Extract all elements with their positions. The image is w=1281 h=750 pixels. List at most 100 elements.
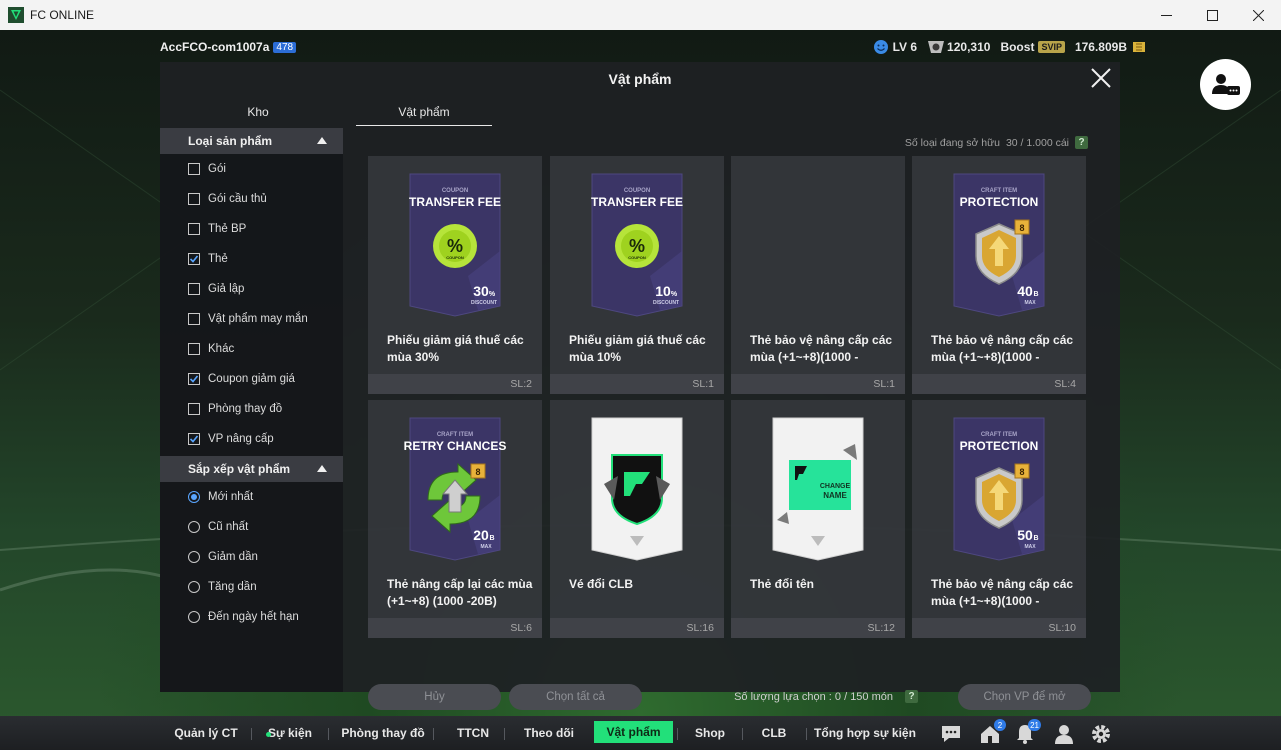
filter-option[interactable]: Phòng thay đồ (160, 394, 343, 424)
svg-text:%: % (447, 236, 463, 256)
checkbox-icon[interactable] (188, 283, 200, 295)
item-quantity: SL:1 (692, 378, 714, 390)
filter-option-label: Phòng thay đồ (208, 403, 283, 415)
filter-option-label: Gói cầu thủ (208, 193, 267, 205)
sort-option[interactable]: Tăng dần (160, 572, 343, 602)
checkbox-icon[interactable] (188, 343, 200, 355)
profile-icon[interactable] (1053, 723, 1075, 745)
item-art: CRAFT ITEM PROTECTION 8 50 B MAX (912, 400, 1086, 570)
nav-item[interactable]: Theo dõi (508, 716, 590, 750)
boost-display[interactable]: Boost SVIP (1000, 40, 1065, 54)
checkbox-icon[interactable] (188, 193, 200, 205)
chat-icon[interactable] (940, 723, 962, 745)
sort-option[interactable]: Giảm dần (160, 542, 343, 572)
sort-option-label: Cũ nhất (208, 521, 249, 533)
sort-option[interactable]: Mới nhất (160, 482, 343, 512)
filter-option[interactable]: VP nâng cấp (160, 424, 343, 454)
svg-text:%: % (629, 236, 645, 256)
tab-kho[interactable]: Kho (160, 102, 356, 126)
nav-item[interactable]: Sự kiện (256, 716, 324, 750)
sort-option-label: Đến ngày hết hạn (208, 611, 299, 623)
support-chat-icon[interactable] (1200, 59, 1251, 110)
art-text: TRANSFER FEE (591, 195, 683, 209)
nav-item[interactable]: Tổng hợp sự kiện (810, 716, 920, 750)
select-all-button[interactable]: Chọn tất cả (509, 684, 642, 710)
radio-icon[interactable] (188, 521, 200, 533)
close-icon[interactable] (1235, 0, 1281, 30)
modal-close-icon[interactable] (1090, 67, 1114, 91)
filter-option[interactable]: Thẻ (160, 244, 343, 274)
minimize-icon[interactable] (1143, 0, 1189, 30)
art-text: COUPON (442, 188, 468, 194)
checkbox-checked-icon[interactable] (188, 253, 200, 265)
nav-item[interactable]: Vật phẩm (594, 721, 673, 743)
radio-icon[interactable] (188, 491, 200, 503)
filter-sidebar: Loại sản phẩm Gói Gói cầu thủ Thẻ BP Thẻ Giả… (160, 128, 343, 692)
filter-option[interactable]: Giả lập (160, 274, 343, 304)
nav-separator (328, 728, 329, 740)
radio-icon[interactable] (188, 581, 200, 593)
account-level-badge: 478 (273, 41, 297, 53)
maximize-icon[interactable] (1189, 0, 1235, 30)
sort-option[interactable]: Cũ nhất (160, 512, 343, 542)
cancel-button[interactable]: Hủy (368, 684, 501, 710)
product-type-header-label: Loại sản phẩm (188, 134, 273, 148)
filter-option[interactable]: Khác (160, 334, 343, 364)
help-icon[interactable]: ? (1075, 136, 1088, 149)
sort-header[interactable]: Sắp xếp vật phẩm (160, 456, 343, 482)
filter-option[interactable]: Gói (160, 154, 343, 184)
item-card[interactable]: COUPON TRANSFER FEE% COUPON 10% DISCOUNT Phiế… (550, 156, 724, 394)
item-card[interactable]: COUPON TRANSFER FEE% COUPON 30% DISCOUNT Phiế… (368, 156, 542, 394)
filter-option[interactable]: Thẻ BP (160, 214, 343, 244)
filter-option[interactable]: Gói cầu thủ (160, 184, 343, 214)
art-text: COUPON (624, 188, 650, 194)
collapse-arrow-icon (317, 137, 327, 144)
checkbox-icon[interactable] (188, 223, 200, 235)
item-art: CRAFT ITEM PROTECTION 8 40 B MAX (912, 156, 1086, 326)
nav-item[interactable]: CLB (746, 716, 802, 750)
filter-option-label: Thẻ (208, 253, 228, 265)
nav-item[interactable]: Quản lý CT (165, 716, 247, 750)
account-name: AccFCO-com1007a (160, 40, 270, 54)
checkbox-checked-icon[interactable] (188, 433, 200, 445)
home-icon[interactable]: 2 (979, 719, 1006, 745)
item-card[interactable]: CRAFT ITEM RETRY CHANCES 8 20 B MAX Thẻ nâng c… (368, 400, 542, 638)
settings-icon[interactable] (1090, 723, 1112, 745)
checkbox-icon[interactable] (188, 163, 200, 175)
account-info[interactable]: AccFCO-com1007a 478 (160, 40, 297, 54)
item-card[interactable]: Vé đổi CLB SL:16 (550, 400, 724, 638)
nav-separator (677, 728, 678, 740)
nav-item[interactable]: Shop (682, 716, 738, 750)
tab-vat-pham[interactable]: Vật phẩm (356, 102, 492, 126)
art-text: CRAFT ITEM (981, 188, 1017, 194)
bottom-nav: 2 21 Quản lý CT Sự kiện Phòng thay đồ TTCN T… (0, 716, 1281, 750)
radio-icon[interactable] (188, 551, 200, 563)
sort-option[interactable]: Đến ngày hết hạn (160, 602, 343, 632)
bell-icon[interactable]: 21 (1014, 719, 1041, 745)
item-card[interactable]: CRAFT ITEM PROTECTION 8 40 B MAX Thẻ bảo vệ nâ… (912, 156, 1086, 394)
help-icon[interactable]: ? (905, 690, 918, 703)
coin-display: 120,310 (927, 39, 990, 55)
checkbox-checked-icon[interactable] (188, 373, 200, 385)
level-display: LV 6 (873, 39, 917, 55)
modal-title: Vật phẩm (608, 71, 672, 87)
open-items-button[interactable]: Chọn VP để mở (958, 684, 1091, 710)
nav-item[interactable]: TTCN (446, 716, 500, 750)
filter-option[interactable]: Vật phẩm may mắn (160, 304, 343, 334)
art-text: DISCOUNT (471, 300, 497, 306)
radio-icon[interactable] (188, 611, 200, 623)
item-art (731, 156, 905, 326)
new-indicator-dot (265, 732, 271, 737)
bell-badge: 21 (1028, 719, 1041, 731)
item-card[interactable]: CHANGE NAME Thẻ đổi tên SL:12 (731, 400, 905, 638)
nav-item[interactable]: Phòng thay đồ (337, 716, 429, 750)
nav-item-label: CLB (761, 726, 787, 740)
item-quantity: SL:1 (873, 378, 895, 390)
sort-option-label: Mới nhất (208, 491, 254, 503)
product-type-header[interactable]: Loại sản phẩm (160, 128, 343, 154)
item-card[interactable]: CRAFT ITEM PROTECTION 8 50 B MAX Thẻ bảo vệ nâ… (912, 400, 1086, 638)
filter-option[interactable]: Coupon giảm giá (160, 364, 343, 394)
checkbox-icon[interactable] (188, 313, 200, 325)
item-card[interactable]: Thẻ bảo vệ nâng cấp các mùa (+1~+8)(1000… (731, 156, 905, 394)
checkbox-icon[interactable] (188, 403, 200, 415)
